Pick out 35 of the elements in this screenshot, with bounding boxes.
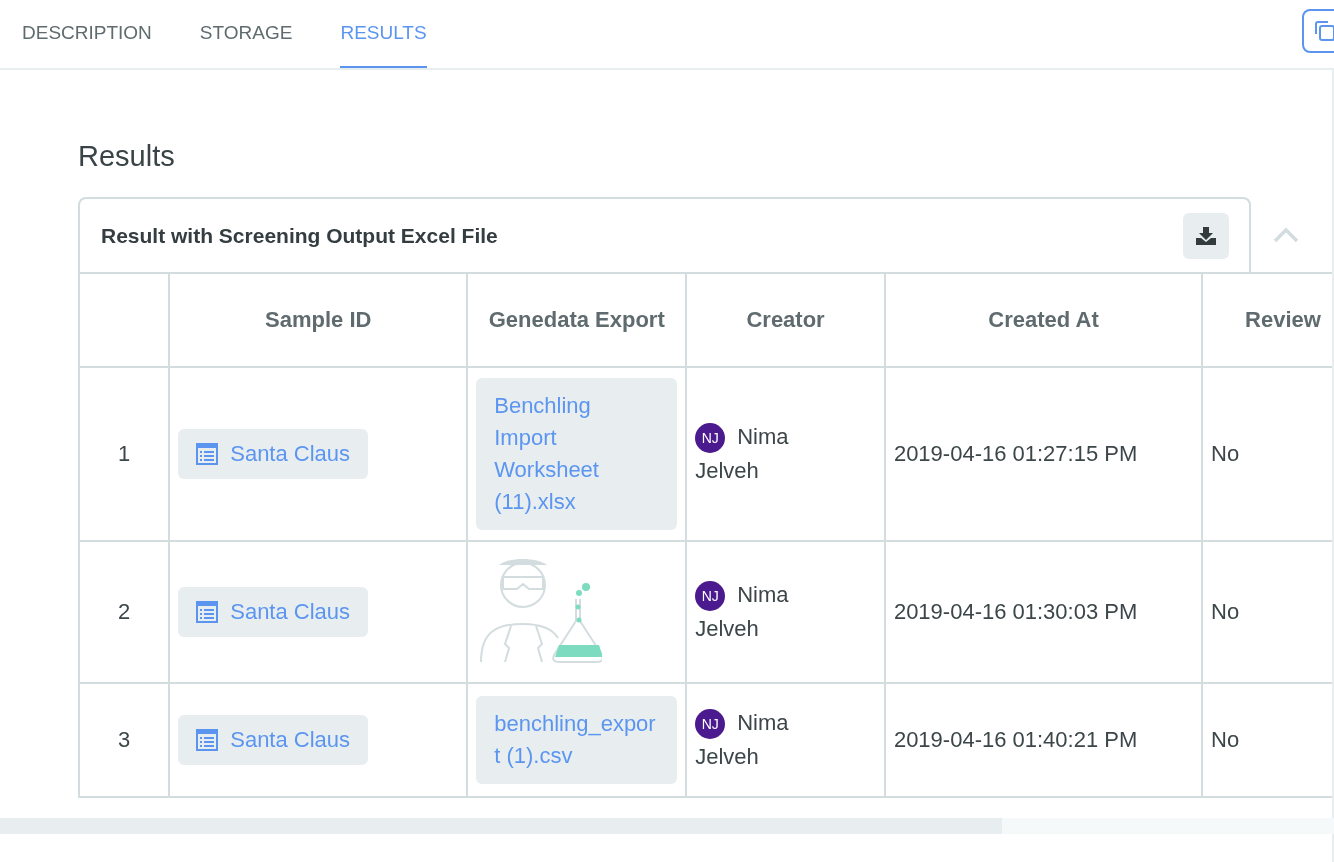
- file-link[interactable]: Benchling Import Worksheet (11).xlsx: [476, 378, 678, 530]
- avatar: NJ: [695, 581, 726, 612]
- column-header: Created At: [884, 273, 1203, 367]
- column-header: Genedata Export: [467, 273, 687, 367]
- column-header: Creator: [686, 273, 885, 367]
- row-number: 3: [79, 683, 170, 797]
- download-icon: [1196, 226, 1216, 245]
- section-title: Results: [78, 140, 176, 173]
- row-number: 1: [79, 367, 170, 541]
- row-number: 2: [79, 541, 170, 683]
- created-at-cell: 2019-04-16 01:30:03 PM: [884, 541, 1203, 683]
- download-button[interactable]: [1183, 212, 1229, 259]
- collapse-toggle[interactable]: [1273, 226, 1299, 243]
- tab[interactable]: DESCRIPTION: [22, 0, 152, 68]
- creator-name: NJ Nima Jelveh: [695, 708, 790, 771]
- creator-name: NJ Nima Jelveh: [695, 580, 790, 643]
- tab[interactable]: STORAGE: [199, 0, 293, 68]
- column-header: Sample ID: [169, 273, 468, 367]
- list-icon: [196, 601, 219, 623]
- sample-link[interactable]: Santa Claus: [178, 715, 369, 765]
- created-at-cell: 2019-04-16 01:40:21 PM: [884, 683, 1203, 797]
- sample-link[interactable]: Santa Claus: [178, 429, 369, 479]
- file-link[interactable]: benchling_export (1).csv: [476, 696, 678, 784]
- tab[interactable]: RESULTS: [340, 0, 427, 68]
- copy-icon: [1313, 19, 1334, 43]
- avatar: NJ: [695, 423, 726, 454]
- list-icon: [196, 443, 219, 465]
- card-title: Result with Screening Output Excel File: [101, 223, 498, 248]
- column-header: Review: [1202, 273, 1332, 367]
- created-at-cell: 2019-04-16 01:27:15 PM: [884, 367, 1203, 541]
- sample-link[interactable]: Santa Claus: [178, 587, 369, 637]
- chevron-icon: [1273, 226, 1299, 243]
- creator-name: NJ Nima Jelveh: [695, 422, 790, 485]
- avatar: NJ: [695, 709, 726, 740]
- list-icon: [196, 729, 219, 751]
